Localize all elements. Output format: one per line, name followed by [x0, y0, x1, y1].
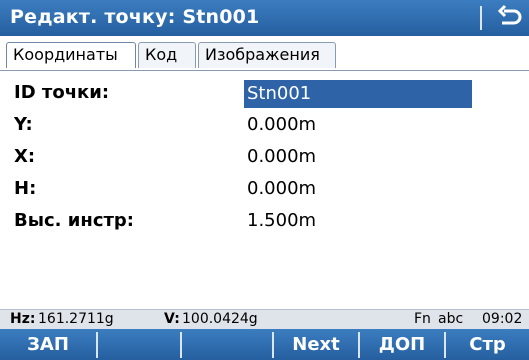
tab-bar: Координаты Код Изображения	[0, 36, 529, 72]
tab-code[interactable]: Код	[138, 42, 196, 68]
instrument-height-value[interactable]: 1.500m	[247, 210, 316, 231]
field-h: H: 0.000m	[0, 176, 529, 206]
status-bar: Hz: 161.2711g V: 100.0424g Fn abc 09:02	[0, 309, 529, 329]
x-value[interactable]: 0.000m	[247, 146, 316, 167]
softkey-page[interactable]: Стр	[446, 329, 529, 360]
softkey-bar: ЗАП Next ДОП Стр	[0, 329, 529, 360]
field-instrument-height: Выс. инстр: 1.500m	[0, 208, 529, 238]
title-separator	[480, 6, 482, 30]
softkey-next[interactable]: Next	[274, 329, 358, 360]
point-id-input[interactable]: Stn001	[244, 80, 472, 108]
tab-divider	[0, 70, 529, 71]
window-title: Редакт. точку: Stn001	[10, 6, 260, 28]
h-value[interactable]: 0.000m	[247, 178, 316, 199]
v-label: V:	[164, 311, 180, 327]
title-bar: Редакт. точку: Stn001	[0, 0, 529, 36]
y-value[interactable]: 0.000m	[247, 114, 316, 135]
input-mode-indicator: abc	[438, 311, 464, 327]
return-arrow-icon[interactable]	[494, 2, 524, 32]
field-y: Y: 0.000m	[0, 112, 529, 142]
softkey-3[interactable]	[182, 329, 272, 360]
v-value: 100.0424g	[182, 311, 258, 327]
tab-images[interactable]: Изображения	[198, 42, 336, 68]
softkey-2[interactable]	[98, 329, 180, 360]
hz-label: Hz:	[10, 311, 36, 327]
tab-coordinates[interactable]: Координаты	[6, 42, 136, 68]
clock: 09:02	[482, 311, 523, 327]
softkey-more[interactable]: ДОП	[360, 329, 444, 360]
field-label: Выс. инстр:	[14, 210, 135, 231]
softkey-1[interactable]: ЗАП	[0, 329, 96, 360]
field-label: ID точки:	[14, 82, 110, 103]
hz-value: 161.2711g	[38, 311, 114, 327]
field-point-id: ID точки: Stn001	[0, 80, 529, 110]
fn-indicator: Fn	[414, 311, 431, 327]
field-label: X:	[14, 146, 36, 167]
field-label: H:	[14, 178, 37, 199]
field-x: X: 0.000m	[0, 144, 529, 174]
field-label: Y:	[14, 114, 33, 135]
